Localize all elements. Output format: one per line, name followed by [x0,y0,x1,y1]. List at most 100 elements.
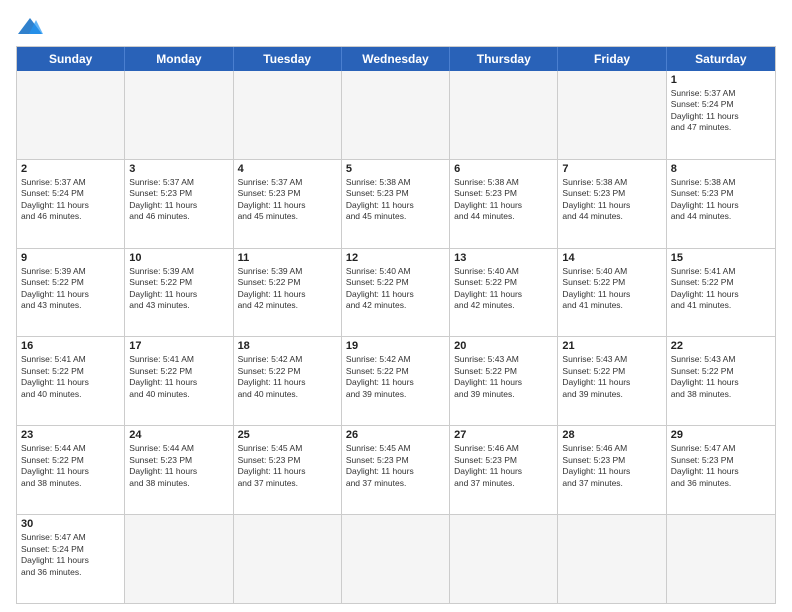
day-number: 10 [129,252,228,264]
calendar-empty-cell [125,71,233,159]
day-info: Sunrise: 5:37 AM Sunset: 5:23 PM Dayligh… [129,177,228,223]
day-info: Sunrise: 5:43 AM Sunset: 5:22 PM Dayligh… [562,354,661,400]
calendar-empty-cell [558,515,666,603]
day-number: 7 [562,163,661,175]
calendar-day-27: 27 Sunrise: 5:46 AM Sunset: 5:23 PM Dayli… [450,426,558,514]
calendar-day-9: 9Sunrise: 5:39 AM Sunset: 5:22 PM Daylig… [17,249,125,337]
calendar-day-17: 17 Sunrise: 5:41 AM Sunset: 5:22 PM Dayli… [125,337,233,425]
day-number: 17 [129,340,228,352]
calendar-day-1: 1 Sunrise: 5:37 AM Sunset: 5:24 PM Daylig… [667,71,775,159]
calendar-day-29: 29 Sunrise: 5:47 AM Sunset: 5:23 PM Dayli… [667,426,775,514]
day-info: Sunrise: 5:40 AM Sunset: 5:22 PM Dayligh… [562,266,661,312]
day-number: 9 [21,252,120,264]
calendar-row-0: 1 Sunrise: 5:37 AM Sunset: 5:24 PM Daylig… [17,71,775,159]
calendar-header: SundayMondayTuesdayWednesdayThursdayFrid… [17,47,775,71]
calendar-day-14: 14 Sunrise: 5:40 AM Sunset: 5:22 PM Dayli… [558,249,666,337]
calendar-day-5: 5Sunrise: 5:38 AM Sunset: 5:23 PM Daylig… [342,160,450,248]
day-number: 30 [21,518,120,530]
calendar-day-6: 6 Sunrise: 5:38 AM Sunset: 5:23 PM Daylig… [450,160,558,248]
day-number: 19 [346,340,445,352]
logo [16,16,48,38]
day-info: Sunrise: 5:46 AM Sunset: 5:23 PM Dayligh… [562,443,661,489]
header-day-monday: Monday [125,47,233,71]
calendar-day-25: 25Sunrise: 5:45 AM Sunset: 5:23 PM Dayli… [234,426,342,514]
calendar-row-3: 16 Sunrise: 5:41 AM Sunset: 5:22 PM Dayli… [17,336,775,425]
day-number: 4 [238,163,337,175]
calendar-day-4: 4 Sunrise: 5:37 AM Sunset: 5:23 PM Daylig… [234,160,342,248]
day-number: 11 [238,252,337,264]
day-number: 2 [21,163,120,175]
calendar-day-16: 16 Sunrise: 5:41 AM Sunset: 5:22 PM Dayli… [17,337,125,425]
calendar-day-3: 3Sunrise: 5:37 AM Sunset: 5:23 PM Daylig… [125,160,233,248]
day-info: Sunrise: 5:43 AM Sunset: 5:22 PM Dayligh… [671,354,771,400]
day-number: 15 [671,252,771,264]
calendar-day-13: 13 Sunrise: 5:40 AM Sunset: 5:22 PM Dayli… [450,249,558,337]
header-day-sunday: Sunday [17,47,125,71]
page-header [16,16,776,38]
day-info: Sunrise: 5:42 AM Sunset: 5:22 PM Dayligh… [238,354,337,400]
day-info: Sunrise: 5:47 AM Sunset: 5:23 PM Dayligh… [671,443,771,489]
day-info: Sunrise: 5:37 AM Sunset: 5:23 PM Dayligh… [238,177,337,223]
day-number: 20 [454,340,553,352]
calendar-day-21: 21 Sunrise: 5:43 AM Sunset: 5:22 PM Dayli… [558,337,666,425]
day-number: 13 [454,252,553,264]
calendar-empty-cell [450,515,558,603]
calendar-day-24: 24 Sunrise: 5:44 AM Sunset: 5:23 PM Dayli… [125,426,233,514]
day-number: 28 [562,429,661,441]
day-info: Sunrise: 5:42 AM Sunset: 5:22 PM Dayligh… [346,354,445,400]
calendar-day-11: 11 Sunrise: 5:39 AM Sunset: 5:22 PM Dayli… [234,249,342,337]
day-info: Sunrise: 5:47 AM Sunset: 5:24 PM Dayligh… [21,532,120,578]
day-info: Sunrise: 5:44 AM Sunset: 5:22 PM Dayligh… [21,443,120,489]
calendar-day-19: 19 Sunrise: 5:42 AM Sunset: 5:22 PM Dayli… [342,337,450,425]
calendar-day-18: 18 Sunrise: 5:42 AM Sunset: 5:22 PM Dayli… [234,337,342,425]
calendar-day-15: 15Sunrise: 5:41 AM Sunset: 5:22 PM Dayli… [667,249,775,337]
calendar-day-2: 2 Sunrise: 5:37 AM Sunset: 5:24 PM Daylig… [17,160,125,248]
day-number: 12 [346,252,445,264]
day-number: 27 [454,429,553,441]
day-number: 6 [454,163,553,175]
day-info: Sunrise: 5:45 AM Sunset: 5:23 PM Dayligh… [238,443,337,489]
calendar-empty-cell [234,515,342,603]
logo-icon [16,16,44,38]
day-number: 24 [129,429,228,441]
day-number: 8 [671,163,771,175]
day-info: Sunrise: 5:37 AM Sunset: 5:24 PM Dayligh… [21,177,120,223]
calendar-empty-cell [667,515,775,603]
day-info: Sunrise: 5:43 AM Sunset: 5:22 PM Dayligh… [454,354,553,400]
day-info: Sunrise: 5:46 AM Sunset: 5:23 PM Dayligh… [454,443,553,489]
day-number: 21 [562,340,661,352]
day-info: Sunrise: 5:39 AM Sunset: 5:22 PM Dayligh… [129,266,228,312]
header-day-thursday: Thursday [450,47,558,71]
calendar-empty-cell [342,515,450,603]
calendar-day-22: 22Sunrise: 5:43 AM Sunset: 5:22 PM Dayli… [667,337,775,425]
day-info: Sunrise: 5:37 AM Sunset: 5:24 PM Dayligh… [671,88,771,134]
header-day-tuesday: Tuesday [234,47,342,71]
day-number: 29 [671,429,771,441]
day-info: Sunrise: 5:45 AM Sunset: 5:23 PM Dayligh… [346,443,445,489]
calendar-empty-cell [558,71,666,159]
calendar-body: 1 Sunrise: 5:37 AM Sunset: 5:24 PM Daylig… [17,71,775,603]
header-day-saturday: Saturday [667,47,775,71]
day-info: Sunrise: 5:38 AM Sunset: 5:23 PM Dayligh… [454,177,553,223]
day-info: Sunrise: 5:40 AM Sunset: 5:22 PM Dayligh… [454,266,553,312]
header-day-wednesday: Wednesday [342,47,450,71]
calendar-day-10: 10 Sunrise: 5:39 AM Sunset: 5:22 PM Dayli… [125,249,233,337]
day-info: Sunrise: 5:44 AM Sunset: 5:23 PM Dayligh… [129,443,228,489]
calendar-empty-cell [342,71,450,159]
calendar-empty-cell [17,71,125,159]
calendar-row-1: 2 Sunrise: 5:37 AM Sunset: 5:24 PM Daylig… [17,159,775,248]
day-info: Sunrise: 5:41 AM Sunset: 5:22 PM Dayligh… [21,354,120,400]
day-number: 1 [671,74,771,86]
day-info: Sunrise: 5:41 AM Sunset: 5:22 PM Dayligh… [129,354,228,400]
day-number: 18 [238,340,337,352]
calendar-day-8: 8Sunrise: 5:38 AM Sunset: 5:23 PM Daylig… [667,160,775,248]
calendar-empty-cell [450,71,558,159]
day-number: 14 [562,252,661,264]
day-info: Sunrise: 5:38 AM Sunset: 5:23 PM Dayligh… [562,177,661,223]
day-number: 26 [346,429,445,441]
day-info: Sunrise: 5:39 AM Sunset: 5:22 PM Dayligh… [238,266,337,312]
calendar-day-28: 28 Sunrise: 5:46 AM Sunset: 5:23 PM Dayli… [558,426,666,514]
day-number: 16 [21,340,120,352]
calendar-day-12: 12Sunrise: 5:40 AM Sunset: 5:22 PM Dayli… [342,249,450,337]
day-info: Sunrise: 5:38 AM Sunset: 5:23 PM Dayligh… [346,177,445,223]
